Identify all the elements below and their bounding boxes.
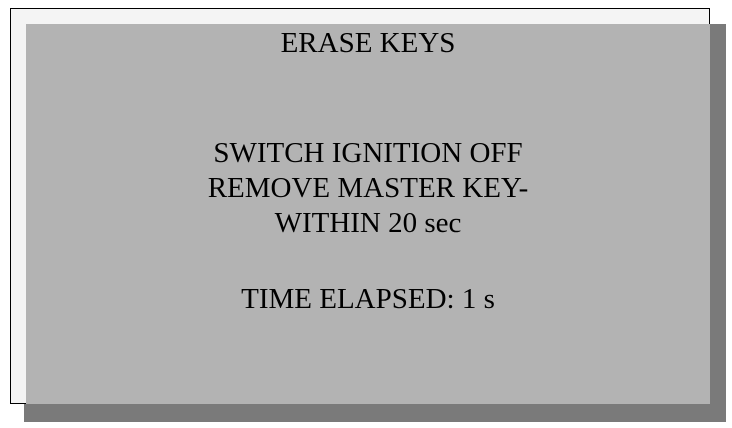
instruction-line-remove-master-key: REMOVE MASTER KEY-: [207, 172, 529, 204]
screen-title: ERASE KEYS: [280, 27, 456, 59]
instruction-line-time-limit: WITHIN 20 sec: [274, 207, 462, 239]
instruction-line-switch-ignition: SWITCH IGNITION OFF: [213, 137, 523, 169]
time-elapsed-readout: TIME ELAPSED: 1 s: [241, 283, 495, 315]
instruction-block: SWITCH IGNITION OFF REMOVE MASTER KEY- W…: [26, 136, 710, 241]
display-screen: ERASE KEYS SWITCH IGNITION OFF REMOVE MA…: [26, 24, 710, 404]
